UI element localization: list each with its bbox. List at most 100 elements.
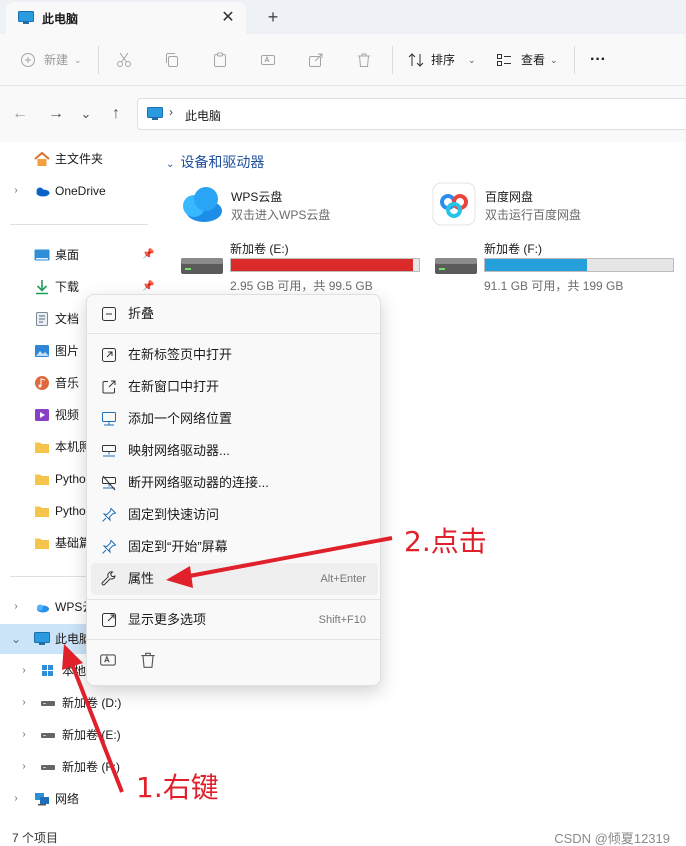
rename-button[interactable] (260, 48, 278, 72)
menu-item-label: 在新窗口中打开 (128, 379, 220, 394)
menu-item-disconnect-network-drive[interactable]: 断开网络驱动器的连接... (91, 467, 378, 499)
sort-label: 排序 (431, 53, 456, 67)
menu-separator (87, 639, 380, 640)
usage-bar (484, 258, 674, 272)
baidu-netdisk-icon (432, 182, 476, 226)
view-label: 查看 (521, 53, 546, 67)
menu-item-label: 属性 (128, 571, 155, 586)
sidebar-item-drive-f[interactable]: › 新加卷 (F:) (0, 752, 158, 782)
menu-item-pin-start[interactable]: 固定到“开始”屏幕 (91, 531, 378, 563)
share-button[interactable] (308, 48, 326, 72)
cut-button[interactable] (116, 48, 134, 72)
sidebar-item-label: 本地 (62, 664, 87, 678)
sidebar-item-onedrive[interactable]: › OneDrive (0, 176, 158, 206)
monitor-icon (18, 11, 34, 24)
group-title: 设备和驱动器 (180, 154, 265, 170)
pin-icon[interactable]: 📌 (142, 240, 154, 270)
folder-icon (35, 538, 49, 549)
address-field[interactable]: › 此电脑 (137, 98, 686, 130)
delete-button[interactable] (356, 48, 374, 72)
annotation-click-label: 2.点击 (404, 525, 487, 558)
more-options-icon (102, 613, 116, 627)
menu-item-pin-quick-access[interactable]: 固定到快速访问 (91, 499, 378, 531)
status-bar: 7 个项目 CSDN @倾夏12319 (0, 826, 686, 846)
tile-baidu-netdisk[interactable]: 百度网盘 双击运行百度网盘 (432, 182, 672, 228)
menu-separator (87, 333, 380, 334)
rename-button[interactable] (99, 651, 121, 673)
chevron-right-icon[interactable]: › (18, 688, 30, 718)
sidebar-item-label: OneDrive (55, 184, 106, 198)
more-button[interactable]: ··· (590, 48, 612, 72)
tab-this-pc[interactable]: 此电脑 ✕ (6, 2, 246, 34)
sidebar-item-drive-e[interactable]: › 新加卷 (E:) (0, 720, 158, 750)
sidebar-item-label: 文档 (55, 312, 80, 326)
delete-icon (141, 652, 155, 668)
disconnect-drive-icon (102, 475, 116, 491)
tile-description: 2.95 GB 可用，共 99.5 GB (230, 279, 373, 293)
paste-button[interactable] (212, 48, 230, 72)
monitor-icon (147, 107, 163, 120)
tile-drive-f[interactable]: 新加卷 (F:) 91.1 GB 可用，共 199 GB (432, 240, 682, 294)
new-button[interactable]: 新建 ⌄ (20, 48, 86, 72)
menu-item-open-new-tab[interactable]: 在新标签页中打开 (91, 339, 378, 371)
open-new-tab-icon (102, 348, 116, 362)
menu-item-map-network-drive[interactable]: 映射网络驱动器... (91, 435, 378, 467)
sidebar-item-label: Pytho (55, 472, 86, 486)
tile-name: 新加卷 (F:) (484, 242, 542, 256)
new-tab-button[interactable]: + (262, 6, 284, 28)
chevron-right-icon[interactable]: › (10, 592, 22, 622)
copy-icon (166, 53, 178, 67)
sidebar-item-label: 新加卷 (D:) (62, 696, 122, 710)
forward-button[interactable]: → (46, 104, 66, 124)
network-icon (35, 793, 49, 806)
folder-icon (35, 474, 49, 485)
menu-item-properties[interactable]: 属性 Alt+Enter (91, 563, 378, 595)
tile-name: 百度网盘 (485, 190, 534, 204)
divider (10, 224, 148, 225)
menu-item-collapse[interactable]: 折叠 (91, 298, 378, 330)
sort-button[interactable]: 排序 ⌄ (408, 48, 482, 72)
view-button[interactable]: 查看 ⌄ (496, 48, 570, 72)
tile-wps-cloud[interactable]: WPS云盘 双击进入WPS云盘 (178, 182, 418, 228)
copy-button[interactable] (164, 48, 182, 72)
chevron-right-icon[interactable]: › (10, 176, 22, 206)
menu-item-show-more-options[interactable]: 显示更多选项 Shift+F10 (91, 604, 378, 636)
menu-item-label: 添加一个网络位置 (128, 411, 233, 426)
breadcrumb-this-pc[interactable]: 此电脑 (185, 107, 221, 124)
tile-description: 91.1 GB 可用，共 199 GB (484, 279, 624, 293)
tile-name: WPS云盘 (231, 190, 283, 204)
sidebar-item-drive-d[interactable]: › 新加卷 (D:) (0, 688, 158, 718)
chevron-right-icon[interactable]: › (10, 784, 22, 814)
chevron-down-icon[interactable]: ⌄ (10, 624, 22, 654)
menu-item-label: 在新标签页中打开 (128, 347, 233, 362)
sidebar-item-network[interactable]: › 网络 (0, 784, 158, 814)
sidebar-item-label: 音乐 (55, 376, 80, 390)
chevron-down-icon[interactable]: ⌄ (166, 159, 174, 170)
recent-locations-button[interactable]: ⌄ (76, 104, 96, 124)
sidebar-item-label: 图片 (55, 344, 80, 358)
windows-drive-icon (42, 665, 53, 676)
video-icon (35, 409, 49, 421)
new-label: 新建 (44, 53, 69, 67)
breadcrumb-chevron-icon[interactable]: › (169, 105, 173, 119)
drive-icon (181, 258, 223, 274)
sidebar-item-desktop[interactable]: 桌面 📌 (0, 240, 158, 270)
collapse-icon (102, 307, 116, 321)
back-button[interactable]: ← (10, 104, 30, 124)
cloud-icon (36, 187, 50, 197)
view-icon (497, 54, 511, 66)
group-header-devices[interactable]: ⌄ 设备和驱动器 (166, 152, 264, 172)
tile-drive-e[interactable]: 新加卷 (E:) 2.95 GB 可用，共 99.5 GB (178, 240, 428, 294)
folder-icon (35, 442, 49, 453)
chevron-right-icon[interactable]: › (18, 656, 30, 686)
menu-item-open-new-window[interactable]: 在新窗口中打开 (91, 371, 378, 403)
usage-bar-fill (485, 259, 587, 271)
chevron-right-icon[interactable]: › (18, 720, 30, 750)
chevron-right-icon[interactable]: › (18, 752, 30, 782)
close-tab-button[interactable]: ✕ (218, 8, 238, 28)
up-button[interactable]: ↑ (106, 104, 126, 124)
delete-icon (358, 53, 370, 67)
delete-button[interactable] (139, 651, 161, 673)
menu-item-add-network-location[interactable]: 添加一个网络位置 (91, 403, 378, 435)
sidebar-item-home[interactable]: 主文件夹 (0, 144, 158, 174)
